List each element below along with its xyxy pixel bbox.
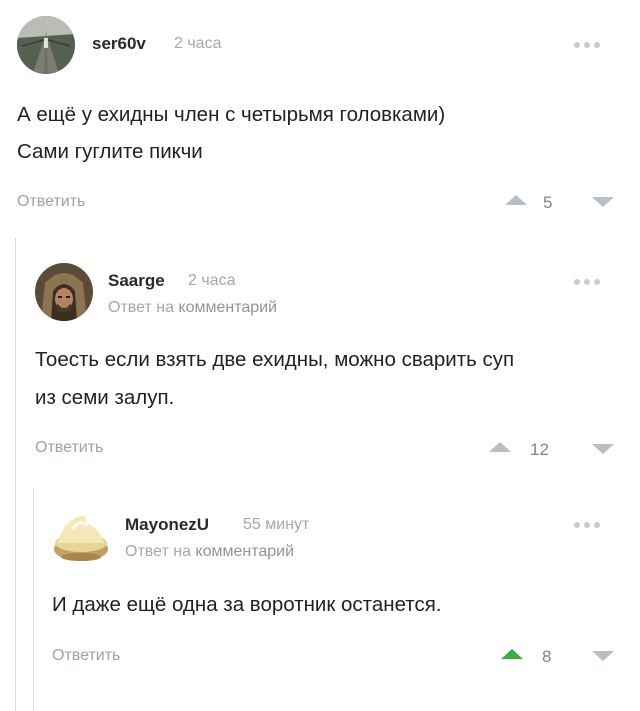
reply-to-line: Ответ на комментарий (125, 543, 294, 561)
comment-body-line-2: из семи залуп. (35, 386, 175, 409)
bridge-photo-avatar-icon (17, 16, 75, 74)
username[interactable]: MayonezU (125, 515, 209, 535)
comment-body-line-1: И даже ещё одна за воротник останется. (52, 593, 442, 616)
thread-line-level-2 (33, 488, 34, 711)
reply-to-prefix: Ответ на (125, 543, 191, 560)
comment-body-line-2: Сами гуглите пикчи (17, 140, 203, 163)
score: 5 (543, 193, 553, 212)
avatar[interactable] (52, 507, 110, 565)
score: 8 (542, 647, 552, 666)
comment-body-line-1: Тоесть если взять две ехидны, можно свар… (35, 348, 515, 371)
more-options-icon[interactable] (574, 42, 600, 48)
upvote-icon[interactable] (489, 442, 511, 452)
username[interactable]: ser60v (92, 34, 146, 54)
reply-button[interactable]: Ответить (35, 439, 103, 457)
score: 12 (530, 440, 549, 459)
reply-to-link[interactable]: комментарий (195, 543, 294, 560)
thread-line-level-1 (15, 238, 16, 711)
downvote-icon[interactable] (592, 651, 614, 661)
comment-body-line-1: А ещё у ехидны член с четырьмя головками… (17, 103, 446, 126)
mayonnaise-bowl-avatar-icon (54, 515, 108, 561)
avatar[interactable] (35, 263, 93, 321)
reply-to-prefix: Ответ на (108, 299, 174, 316)
timestamp: 55 минут (243, 516, 310, 533)
more-options-icon[interactable] (574, 279, 600, 285)
hooded-man-avatar-icon (35, 263, 93, 321)
timestamp: 2 часа (174, 35, 222, 52)
reply-button[interactable]: Ответить (52, 647, 120, 665)
reply-button[interactable]: Ответить (17, 193, 85, 211)
downvote-icon[interactable] (592, 444, 614, 454)
reply-to-line: Ответ на комментарий (108, 299, 277, 317)
upvote-icon[interactable] (501, 649, 523, 659)
timestamp: 2 часа (188, 272, 236, 289)
downvote-icon[interactable] (592, 197, 614, 207)
avatar[interactable] (17, 16, 75, 74)
upvote-icon[interactable] (505, 195, 527, 205)
username[interactable]: Saarge (108, 271, 165, 291)
reply-to-link[interactable]: комментарий (178, 299, 277, 316)
more-options-icon[interactable] (574, 522, 600, 528)
